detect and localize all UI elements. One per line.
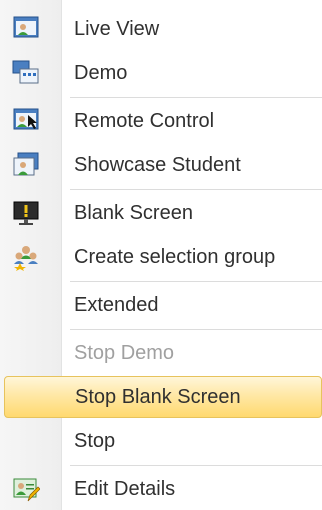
remote-control-icon <box>12 107 40 135</box>
menu-item-extended[interactable]: Extended <box>4 284 322 326</box>
menu-item-showcase-student[interactable]: Showcase Student <box>4 144 322 186</box>
group-icon <box>12 243 40 271</box>
menu-item-live-view[interactable]: Live View <box>4 8 322 50</box>
menu-separator <box>70 97 322 99</box>
live-view-icon <box>12 15 40 43</box>
context-menu: Live View Demo Remote Control Showcase S… <box>0 0 322 510</box>
blank-screen-icon <box>12 199 40 227</box>
demo-icon <box>12 59 40 87</box>
menu-item-stop-demo: Stop Demo <box>74 342 175 364</box>
edit-details-icon <box>12 475 41 503</box>
menu-item-edit-details[interactable]: Edit Details <box>4 468 322 510</box>
menu-separator <box>70 465 322 467</box>
menu-separator <box>70 281 322 283</box>
menu-separator <box>70 189 322 191</box>
menu-separator <box>70 329 322 331</box>
showcase-student-icon <box>12 151 40 179</box>
menu-item-stop-blank-screen[interactable]: Stop Blank Screen <box>4 376 322 418</box>
menu-item-remote-control[interactable]: Remote Control <box>4 100 322 142</box>
menu-item-demo[interactable]: Demo <box>4 52 322 94</box>
menu-item-stop[interactable]: Stop <box>4 420 322 462</box>
menu-item-create-selection-group[interactable]: Create selection group <box>4 236 322 278</box>
menu-item-blank-screen[interactable]: Blank Screen <box>4 192 322 234</box>
